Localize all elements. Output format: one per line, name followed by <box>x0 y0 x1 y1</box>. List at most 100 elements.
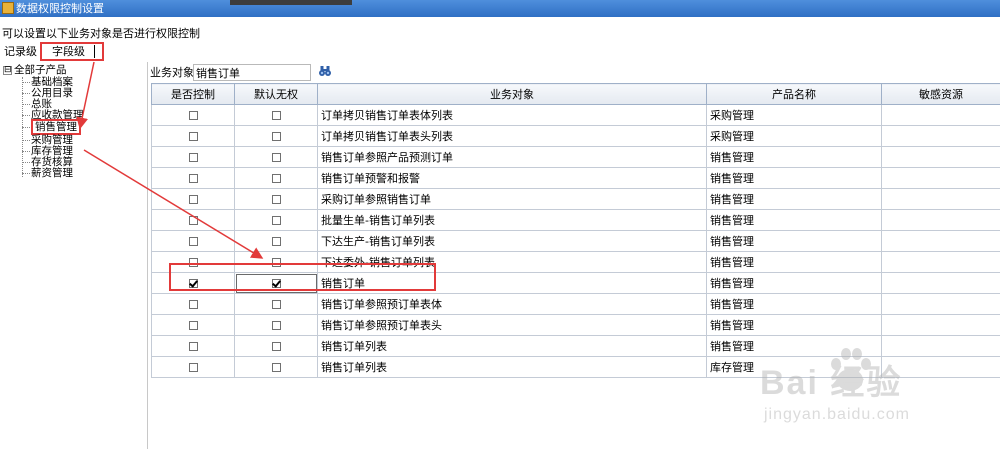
default-deny-checkbox[interactable] <box>271 300 281 309</box>
control-checkbox[interactable] <box>188 216 198 225</box>
app-icon <box>2 2 14 14</box>
control-checkbox[interactable] <box>188 237 198 246</box>
control-checkbox[interactable] <box>188 321 198 330</box>
product-name-cell: 采购管理 <box>706 125 882 147</box>
window-titlebar: 数据权限控制设置 <box>0 0 1000 17</box>
default-deny-checkbox-cell <box>234 125 318 147</box>
default-deny-checkbox-cell <box>234 293 318 315</box>
business-object-cell: 订单拷贝销售订单表头列表 <box>317 125 707 147</box>
default-deny-checkbox[interactable] <box>271 342 281 351</box>
product-name-cell: 销售管理 <box>706 251 882 273</box>
hint-text: 可以设置以下业务对象是否进行权限控制 <box>2 27 200 40</box>
sensitive-resource-cell <box>881 125 1000 147</box>
sensitive-resource-cell <box>881 293 1000 315</box>
sensitive-resource-cell <box>881 167 1000 189</box>
watermark-main: Bai 经验 <box>760 364 903 402</box>
control-checkbox-cell <box>151 209 235 231</box>
default-deny-checkbox[interactable] <box>271 174 281 183</box>
control-checkbox-cell <box>151 314 235 336</box>
col-header-product[interactable]: 产品名称 <box>706 83 882 105</box>
table-row[interactable]: 销售订单参照预订单表头 销售管理 <box>151 314 1000 336</box>
business-object-cell: 采购订单参照销售订单 <box>317 188 707 210</box>
table-row[interactable]: 下达生产-销售订单列表 销售管理 <box>151 230 1000 252</box>
product-name-cell: 销售管理 <box>706 188 882 210</box>
control-checkbox-cell <box>151 125 235 147</box>
control-checkbox[interactable] <box>188 342 198 351</box>
control-checkbox[interactable] <box>188 195 198 204</box>
default-deny-checkbox[interactable] <box>271 321 281 330</box>
binoculars-icon[interactable] <box>318 64 332 78</box>
col-header-sensitive[interactable]: 敏感资源 <box>881 83 1000 105</box>
col-header-business-object[interactable]: 业务对象 <box>317 83 707 105</box>
control-checkbox-cell <box>151 146 235 168</box>
default-deny-checkbox-cell <box>234 314 318 336</box>
business-object-label: 业务对象 <box>150 66 194 79</box>
control-checkbox[interactable] <box>188 174 198 183</box>
table-row[interactable]: 采购订单参照销售订单 销售管理 <box>151 188 1000 210</box>
control-checkbox-cell <box>151 230 235 252</box>
grid-header-row: 是否控制 默认无权 业务对象 产品名称 敏感资源 <box>151 83 1000 105</box>
business-object-cell: 批量生单-销售订单列表 <box>317 209 707 231</box>
business-object-cell: 销售订单列表 <box>317 335 707 357</box>
business-object-cell: 下达生产-销售订单列表 <box>317 230 707 252</box>
control-checkbox-cell <box>151 167 235 189</box>
business-object-cell: 订单拷贝销售订单表体列表 <box>317 104 707 126</box>
default-deny-checkbox[interactable] <box>271 363 281 372</box>
control-checkbox-cell <box>151 356 235 378</box>
product-name-cell: 销售管理 <box>706 272 882 294</box>
product-name-cell: 采购管理 <box>706 104 882 126</box>
tab-field-level[interactable]: 字段级 <box>40 42 104 61</box>
sensitive-resource-cell <box>881 146 1000 168</box>
table-row[interactable]: 销售订单参照预订单表体 销售管理 <box>151 293 1000 315</box>
col-header-control[interactable]: 是否控制 <box>151 83 235 105</box>
control-checkbox[interactable] <box>188 300 198 309</box>
product-tree: ⊟ 全部子产品 基础档案 公用目录 总账 应收款管理 销售管理 采购管理 库存管理… <box>0 62 148 449</box>
default-deny-checkbox[interactable] <box>271 153 281 162</box>
control-checkbox[interactable] <box>188 153 198 162</box>
business-object-input[interactable] <box>193 64 311 81</box>
default-deny-checkbox-cell <box>234 188 318 210</box>
control-checkbox-cell <box>151 188 235 210</box>
table-row[interactable]: 订单拷贝销售订单表头列表 采购管理 <box>151 125 1000 147</box>
product-name-cell: 销售管理 <box>706 230 882 252</box>
control-checkbox-cell <box>151 104 235 126</box>
tab-field-level-label: 字段级 <box>52 45 85 58</box>
business-object-cell: 销售订单参照预订单表头 <box>317 314 707 336</box>
product-name-cell: 销售管理 <box>706 167 882 189</box>
default-deny-checkbox-cell <box>234 104 318 126</box>
tree-item-payroll[interactable]: 薪资管理 <box>22 168 73 179</box>
sensitive-resource-cell <box>881 104 1000 126</box>
sensitive-resource-cell <box>881 272 1000 294</box>
product-name-cell: 销售管理 <box>706 146 882 168</box>
default-deny-checkbox[interactable] <box>271 237 281 246</box>
control-checkbox-cell <box>151 335 235 357</box>
default-deny-checkbox[interactable] <box>271 132 281 141</box>
business-object-cell: 销售订单参照产品预测订单 <box>317 146 707 168</box>
default-deny-checkbox-cell <box>234 209 318 231</box>
table-row[interactable]: 销售订单参照产品预测订单 销售管理 <box>151 146 1000 168</box>
default-deny-checkbox[interactable] <box>271 195 281 204</box>
col-header-default-deny[interactable]: 默认无权 <box>234 83 318 105</box>
collapse-icon[interactable]: ⊟ <box>3 65 12 75</box>
titlebar-strip <box>230 0 352 5</box>
table-row[interactable]: 订单拷贝销售订单表体列表 采购管理 <box>151 104 1000 126</box>
tree-root[interactable]: ⊟ 全部子产品 <box>3 65 67 76</box>
default-deny-checkbox[interactable] <box>271 216 281 225</box>
business-object-cell: 销售订单列表 <box>317 356 707 378</box>
text-caret <box>94 45 95 58</box>
table-row[interactable]: 批量生单-销售订单列表 销售管理 <box>151 209 1000 231</box>
table-row[interactable]: 销售订单预警和报警 销售管理 <box>151 167 1000 189</box>
tab-record-level[interactable]: 记录级 <box>4 44 37 60</box>
control-checkbox[interactable] <box>188 363 198 372</box>
default-deny-checkbox-cell <box>234 146 318 168</box>
default-deny-checkbox[interactable] <box>271 111 281 120</box>
control-checkbox[interactable] <box>188 111 198 120</box>
default-deny-checkbox-cell <box>234 335 318 357</box>
control-checkbox[interactable] <box>188 132 198 141</box>
business-object-cell: 销售订单参照预订单表体 <box>317 293 707 315</box>
watermark-url: jingyan.baidu.com <box>764 406 910 423</box>
permission-grid: 是否控制 默认无权 业务对象 产品名称 敏感资源 订单拷贝销售订单表体列表 采购管… <box>151 83 1000 378</box>
sensitive-resource-cell <box>881 188 1000 210</box>
business-object-cell: 销售订单预警和报警 <box>317 167 707 189</box>
tree-item-sales[interactable]: 销售管理 <box>22 119 81 135</box>
